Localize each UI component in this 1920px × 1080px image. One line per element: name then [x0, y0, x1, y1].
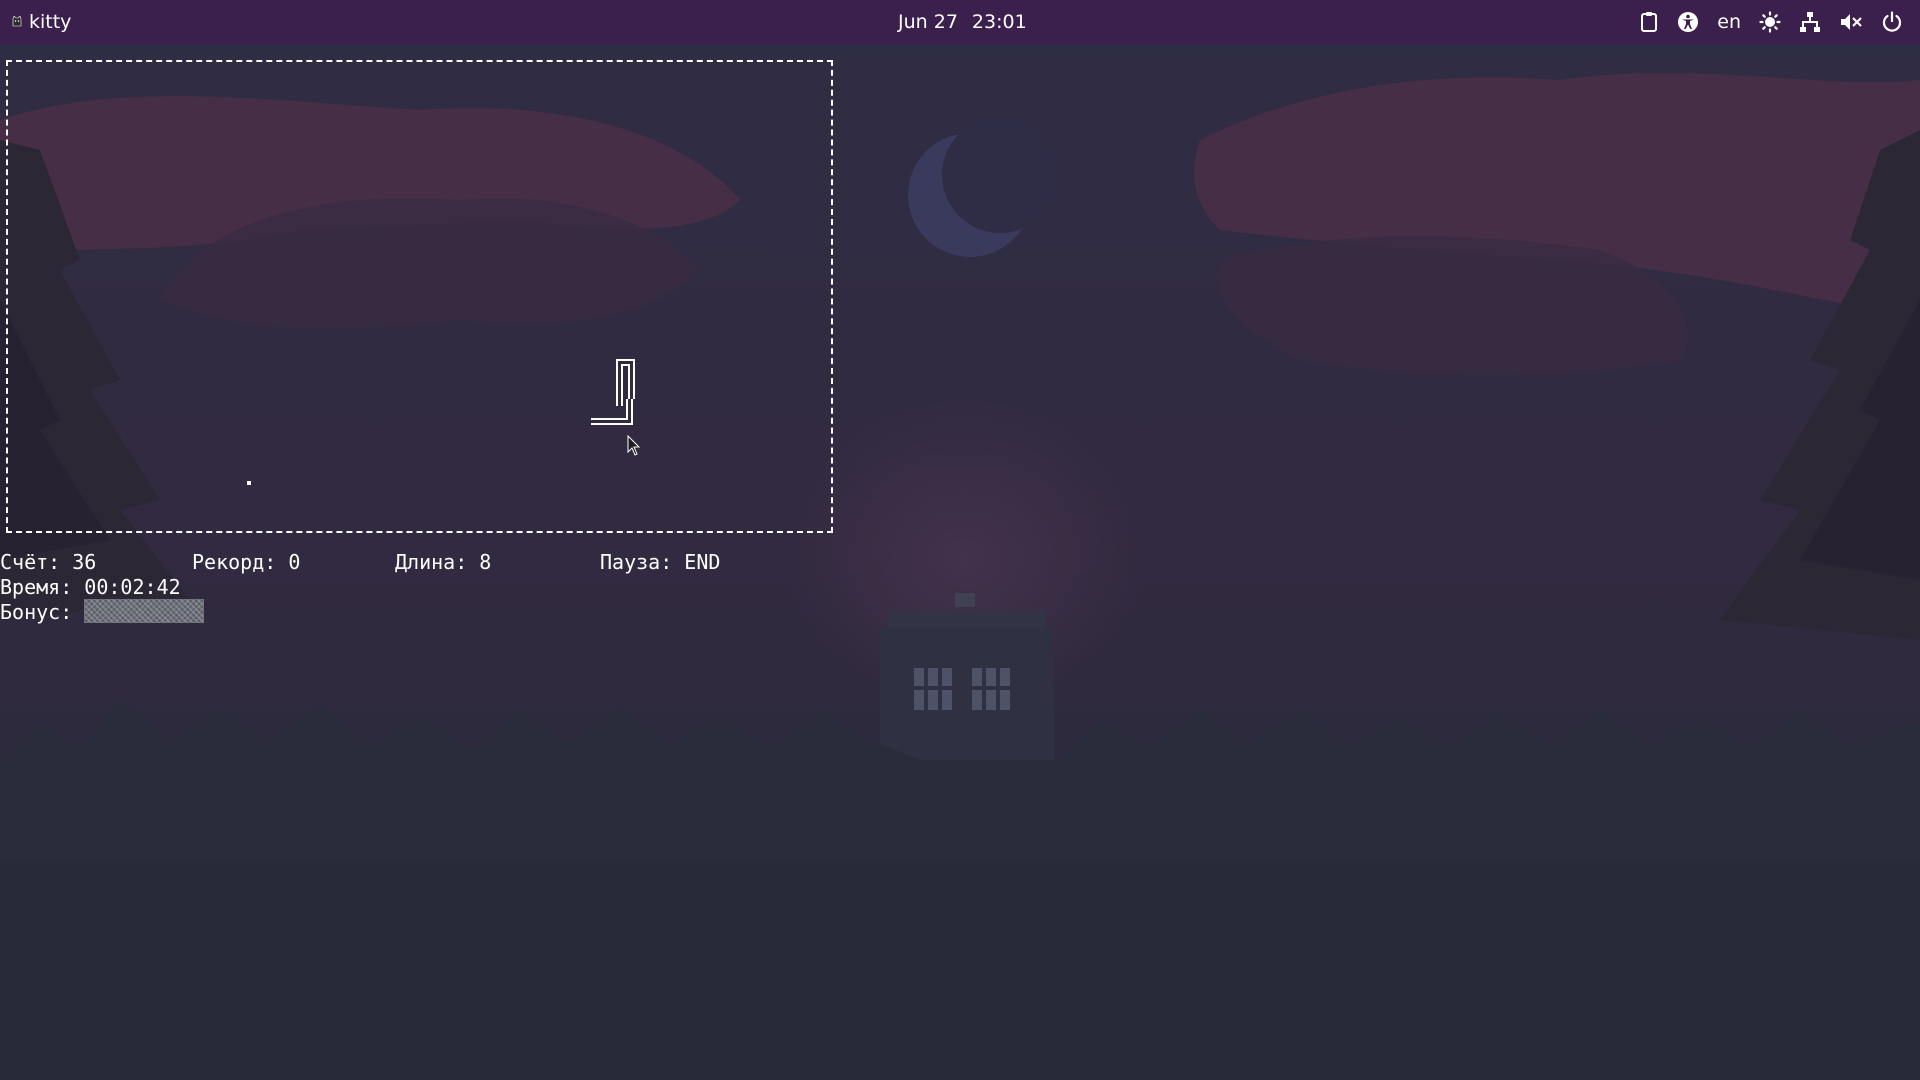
power-button[interactable] — [1872, 0, 1912, 44]
bonus-label: Бонус: — [0, 600, 73, 624]
length-value: 8 — [479, 550, 492, 574]
language-label: en — [1717, 11, 1741, 33]
language-button[interactable]: en — [1708, 0, 1750, 44]
volume-button[interactable] — [1830, 0, 1872, 44]
network-button[interactable] — [1790, 0, 1830, 44]
record-label: Рекорд: — [192, 550, 277, 574]
clipboard-icon — [1641, 12, 1658, 32]
pause-key: END — [684, 550, 721, 574]
clock-button[interactable]: Jun 27 23:01 — [898, 0, 1027, 44]
power-icon — [1882, 11, 1902, 32]
brightness-button[interactable] — [1750, 0, 1790, 44]
length-stat: Длина: 8 — [395, 550, 491, 575]
time-label: Время: — [0, 575, 73, 599]
bonus-progress-bar — [84, 599, 204, 623]
app-menu-button[interactable]: kitty — [12, 0, 71, 44]
snake — [591, 359, 635, 425]
record-value: 0 — [288, 550, 301, 574]
pause-label: Пауза: — [600, 550, 673, 574]
bonus-stat: Бонус: — [0, 600, 72, 625]
record-stat: Рекорд: 0 — [192, 550, 300, 575]
game-field — [6, 60, 833, 533]
desktop: kitty Jun 27 23:01 en Счёт: 36 Рекорд: 0… — [0, 0, 1920, 1080]
time-stat: Время: 00:02:42 — [0, 575, 181, 600]
food-item — [247, 481, 251, 485]
date-label: Jun 27 — [898, 11, 958, 33]
score-value: 36 — [72, 550, 97, 574]
time-value: 00:02:42 — [84, 575, 181, 599]
app-name-label: kitty — [29, 11, 72, 33]
time-label: 23:01 — [971, 11, 1027, 33]
score-label: Счёт: — [0, 550, 61, 574]
top-panel: kitty Jun 27 23:01 en — [0, 0, 1920, 44]
network-wired-icon — [1800, 12, 1820, 32]
pause-stat: Пауза: END — [600, 550, 720, 575]
score-stat: Счёт: 36 — [0, 550, 96, 575]
kitty-app-icon — [12, 16, 22, 27]
length-label: Длина: — [395, 550, 468, 574]
volume-muted-icon — [1841, 14, 1862, 30]
accessibility-button[interactable] — [1668, 0, 1708, 44]
sun-icon — [1759, 11, 1781, 33]
accessibility-icon — [1678, 12, 1699, 32]
clipboard-button[interactable] — [1630, 0, 1668, 44]
mouse-cursor-icon — [627, 435, 641, 456]
system-tray: en — [1630, 0, 1912, 44]
kitty-terminal[interactable]: Счёт: 36 Рекорд: 0 Длина: 8 Пауза: END В… — [0, 44, 1920, 1080]
